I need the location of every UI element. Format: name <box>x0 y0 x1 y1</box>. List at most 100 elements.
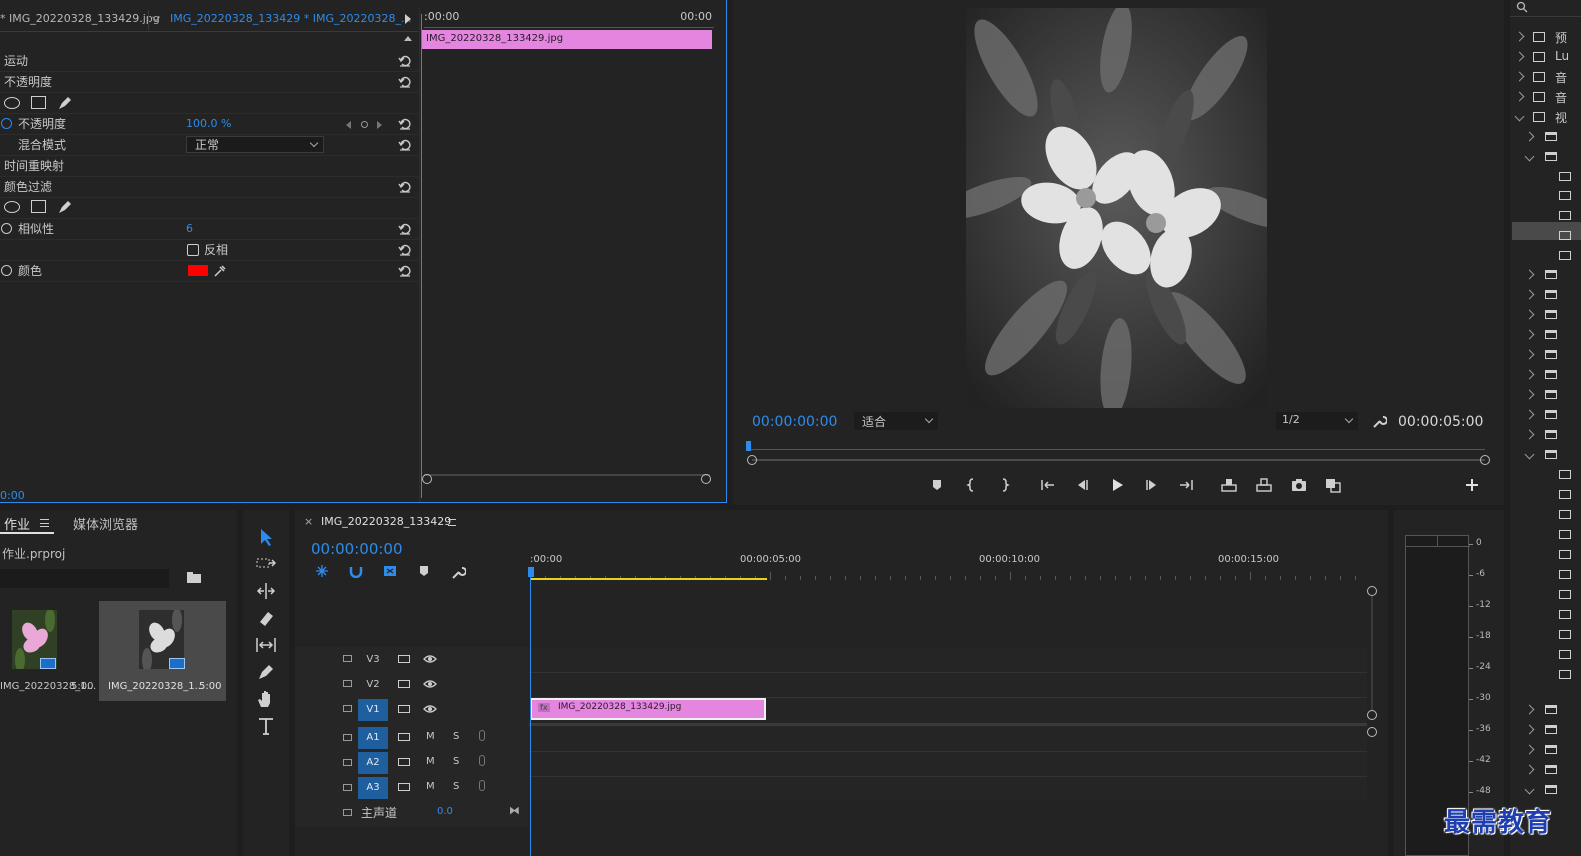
lock-icon[interactable] <box>343 680 352 687</box>
effect-zoom-scrollbar[interactable] <box>424 474 710 483</box>
next-keyframe-icon[interactable] <box>377 121 382 129</box>
effect-playhead[interactable] <box>421 14 422 498</box>
vscroll-handle-top[interactable] <box>1367 586 1377 596</box>
track-target-a2[interactable]: A2 <box>358 752 388 774</box>
lock-icon[interactable] <box>343 759 352 766</box>
vscroll-handle-mid[interactable] <box>1367 710 1377 720</box>
ellipse-mask-icon[interactable] <box>4 201 20 213</box>
menu-icon[interactable] <box>448 519 456 526</box>
lock-icon[interactable] <box>343 809 352 816</box>
go-to-out-icon[interactable] <box>1177 476 1195 494</box>
zoom-handle-right[interactable] <box>1480 455 1490 465</box>
tab-media-browser[interactable]: 媒体浏览器 <box>73 514 138 533</box>
wrench-icon[interactable] <box>450 564 466 580</box>
timeline-timecode[interactable]: 00:00:00:00 <box>311 540 403 558</box>
sync-lock-icon[interactable] <box>398 758 410 766</box>
reset-icon[interactable] <box>398 117 412 131</box>
step-forward-icon[interactable] <box>1143 476 1161 494</box>
effects-category-label[interactable]: Lu <box>1555 49 1569 63</box>
add-button-icon[interactable] <box>1463 476 1481 494</box>
sync-lock-icon[interactable] <box>398 705 410 713</box>
program-playhead[interactable] <box>746 441 751 451</box>
search-icon[interactable] <box>1516 1 1528 13</box>
microphone-icon[interactable] <box>479 730 485 741</box>
linked-selection-icon[interactable] <box>348 564 364 578</box>
source-clip-tab[interactable]: * IMG_20220328_133429.jpg <box>0 12 160 25</box>
project-item-2[interactable]: IMG_20220328_1... 5:00 <box>99 601 226 701</box>
effect-preset-icon[interactable] <box>1559 191 1571 200</box>
pen-tool-icon[interactable] <box>253 661 279 683</box>
project-item-1[interactable]: IMG_20220328_1... 5:00 <box>0 601 97 701</box>
effect-controls-timecode[interactable]: 0:00 <box>0 489 25 502</box>
effect-preset-icon[interactable] <box>1559 211 1571 220</box>
effect-preset-icon[interactable] <box>1559 510 1571 519</box>
reset-icon[interactable] <box>398 243 412 257</box>
zoom-select[interactable]: 适合 <box>854 412 938 430</box>
razor-tool-icon[interactable] <box>253 607 279 629</box>
lock-icon[interactable] <box>343 705 352 712</box>
close-icon[interactable]: × <box>304 515 313 528</box>
pen-mask-icon[interactable] <box>57 95 73 111</box>
mute-button[interactable]: M <box>426 781 435 792</box>
effect-preset-icon[interactable] <box>1559 630 1571 639</box>
microphone-icon[interactable] <box>479 755 485 766</box>
color-key-row[interactable]: 颜色过滤 <box>0 177 418 198</box>
sequence-clip-tab[interactable]: IMG_20220328_133429 * IMG_20220328_... <box>170 12 411 25</box>
scroll-handle-right[interactable] <box>701 474 711 484</box>
timeline-playhead-head[interactable] <box>528 567 534 577</box>
project-search-input[interactable] <box>0 569 169 588</box>
mark-out-icon[interactable] <box>995 476 1013 494</box>
program-ruler[interactable] <box>748 440 1485 450</box>
track-target-v2[interactable]: V2 <box>358 674 388 696</box>
reset-icon[interactable] <box>398 54 412 68</box>
effects-category-label[interactable]: 视 <box>1555 109 1567 126</box>
rectangle-mask-icon[interactable] <box>31 200 46 213</box>
type-tool-icon[interactable] <box>253 715 279 737</box>
track-select-tool-icon[interactable] <box>253 553 279 575</box>
scroll-handle-left[interactable] <box>422 474 432 484</box>
color-swatch[interactable] <box>188 265 208 276</box>
rectangle-mask-icon[interactable] <box>31 96 46 109</box>
hand-tool-icon[interactable] <box>253 688 279 710</box>
add-marker-flag-icon[interactable] <box>382 564 398 578</box>
work-area-bar[interactable] <box>531 578 767 580</box>
reset-icon[interactable] <box>398 264 412 278</box>
similarity-value[interactable]: 6 <box>186 219 193 239</box>
play-icon[interactable] <box>1108 476 1126 494</box>
mark-in-icon[interactable] <box>963 476 981 494</box>
lock-icon[interactable] <box>343 784 352 791</box>
marker-icon[interactable] <box>417 564 431 578</box>
effect-preset-icon[interactable] <box>1559 570 1571 579</box>
effect-preset-icon[interactable] <box>1559 530 1571 539</box>
effect-preset-icon[interactable] <box>1559 650 1571 659</box>
sequence-tab[interactable]: IMG_20220328_133429 <box>321 515 451 528</box>
vscroll-handle-audio[interactable] <box>1367 727 1377 737</box>
solo-button[interactable]: S <box>453 756 459 767</box>
program-zoom-bar[interactable] <box>752 459 1485 461</box>
prev-keyframe-icon[interactable] <box>346 121 351 129</box>
effects-category-label[interactable]: 音 <box>1555 69 1567 86</box>
track-target-v1[interactable]: V1 <box>358 699 388 721</box>
effect-preset-icon[interactable] <box>1559 251 1571 260</box>
solo-button[interactable]: S <box>453 731 459 742</box>
microphone-icon[interactable] <box>479 780 485 791</box>
effect-preset-icon[interactable] <box>1559 490 1571 499</box>
program-video-frame[interactable] <box>966 8 1267 408</box>
track-target-a3[interactable]: A3 <box>358 777 388 799</box>
stopwatch-icon[interactable] <box>1 118 12 129</box>
effect-preset-icon[interactable] <box>1559 172 1571 181</box>
sync-lock-icon[interactable] <box>398 783 410 791</box>
effect-preset-icon[interactable] <box>1559 470 1571 479</box>
comparison-view-icon[interactable] <box>1324 476 1342 494</box>
collapse-arrow-icon[interactable] <box>404 36 412 41</box>
opacity-row[interactable]: 不透明度 100.0 % <box>0 114 418 135</box>
program-timecode[interactable]: 00:00:00:00 <box>752 414 837 430</box>
eyedropper-icon[interactable] <box>212 263 228 279</box>
track-target-a1[interactable]: A1 <box>358 727 388 749</box>
lift-icon[interactable] <box>1220 476 1238 494</box>
lock-icon[interactable] <box>343 655 352 662</box>
timeline-clip[interactable]: fx IMG_20220328_133429.jpg <box>530 698 766 720</box>
opacity-group-row[interactable]: 不透明度 <box>0 72 418 93</box>
reset-icon[interactable] <box>398 222 412 236</box>
sync-lock-icon[interactable] <box>398 680 410 688</box>
